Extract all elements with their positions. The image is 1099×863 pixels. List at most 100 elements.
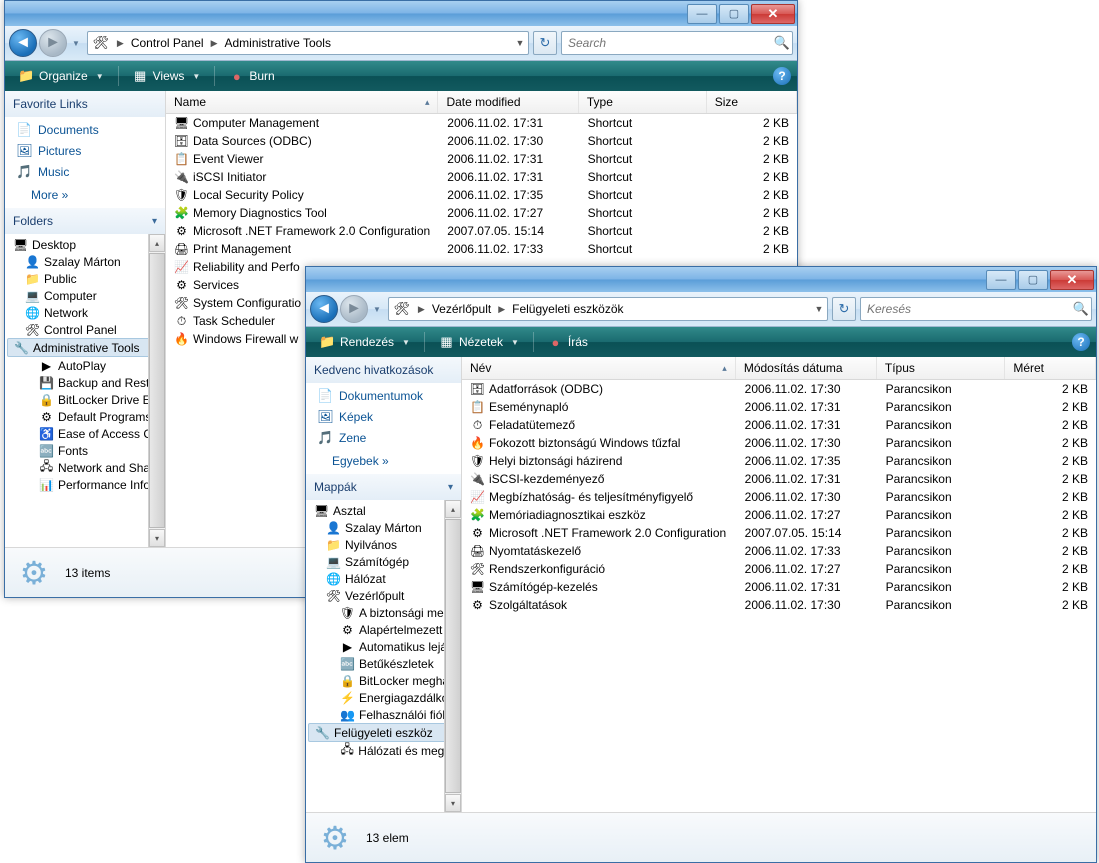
file-row[interactable]: 🗄Data Sources (ODBC)2006.11.02. 17:30Sho… — [166, 132, 797, 150]
titlebar[interactable]: — ▢ ✕ — [306, 267, 1096, 292]
column-name[interactable]: Név — [462, 357, 736, 379]
file-row[interactable]: 🧩Memóriadiagnosztikai eszköz2006.11.02. … — [462, 506, 1096, 524]
tree-item[interactable]: ⚡Energiagazdálkodá — [306, 689, 461, 706]
breadcrumb-segment[interactable]: Control Panel — [127, 32, 208, 54]
close-button[interactable]: ✕ — [751, 4, 795, 24]
tree-item[interactable]: 📊Performance Infor — [5, 476, 165, 493]
column-size[interactable]: Size — [707, 91, 797, 113]
tree-item[interactable]: 🔒BitLocker Drive Enc — [5, 391, 165, 408]
tree-item[interactable]: 👤Szalay Márton — [306, 519, 461, 536]
back-button[interactable]: ◄ — [9, 29, 37, 57]
tree-item[interactable]: 👤Szalay Márton — [5, 253, 165, 270]
help-button[interactable]: ? — [1072, 333, 1090, 351]
file-row[interactable]: 🔌iSCSI Initiator2006.11.02. 17:31Shortcu… — [166, 168, 797, 186]
help-button[interactable]: ? — [773, 67, 791, 85]
file-row[interactable]: 🗄Adatforrások (ODBC)2006.11.02. 17:30Par… — [462, 380, 1096, 398]
file-row[interactable]: 🔥Fokozott biztonságú Windows tűzfal2006.… — [462, 434, 1096, 452]
burn-button[interactable]: ●Burn — [221, 66, 282, 87]
tree-item[interactable]: 💻Computer — [5, 287, 165, 304]
file-row[interactable]: ⚙Microsoft .NET Framework 2.0 Configurat… — [462, 524, 1096, 542]
file-row[interactable]: 🛡Helyi biztonsági házirend2006.11.02. 17… — [462, 452, 1096, 470]
folders-header[interactable]: Folders▾ — [5, 208, 165, 234]
search-box[interactable]: 🔍 — [860, 297, 1092, 321]
file-row[interactable]: 🖨Nyomtatáskezelő2006.11.02. 17:33Parancs… — [462, 542, 1096, 560]
forward-button[interactable]: ► — [39, 29, 67, 57]
search-icon[interactable]: 🔍 — [772, 35, 792, 51]
tree-item[interactable]: 👥Felhasználói fióko — [306, 706, 461, 723]
forward-button[interactable]: ► — [340, 295, 368, 323]
column-type[interactable]: Típus — [877, 357, 1005, 379]
burn-button[interactable]: ●Írás — [540, 332, 596, 353]
file-row[interactable]: 🖥Computer Management2006.11.02. 17:31Sho… — [166, 114, 797, 132]
file-row[interactable]: ⏱Feladatütemező2006.11.02. 17:31Parancsi… — [462, 416, 1096, 434]
tree-item[interactable]: 📁Nyilvános — [306, 536, 461, 553]
favorite-link[interactable]: 🖼Képek — [306, 406, 461, 427]
folders-header[interactable]: Mappák▾ — [306, 474, 461, 500]
breadcrumb-segment[interactable]: Felügyeleti eszközök — [508, 298, 627, 320]
tree-item[interactable]: 🔤Betűkészletek — [306, 655, 461, 672]
favorite-link[interactable]: 📄Documents — [5, 119, 165, 140]
refresh-button[interactable]: ↻ — [533, 31, 557, 55]
favorites-header[interactable]: Favorite Links — [5, 91, 165, 117]
address-bar[interactable]: 🛠 ▶ Control Panel ▶ Administrative Tools… — [87, 31, 529, 55]
file-row[interactable]: 🛡Local Security Policy2006.11.02. 17:35S… — [166, 186, 797, 204]
tree-item[interactable]: 🖥Desktop — [5, 236, 165, 253]
address-bar[interactable]: 🛠 ▶ Vezérlőpult ▶ Felügyeleti eszközök ▼ — [388, 297, 828, 321]
tree-item[interactable]: 🖥Asztal — [306, 502, 461, 519]
tree-item[interactable]: 🌐Network — [5, 304, 165, 321]
tree-scrollbar[interactable]: ▴▾ — [148, 234, 165, 547]
favorites-header[interactable]: Kedvenc hivatkozások — [306, 357, 461, 383]
more-link[interactable]: More » — [5, 184, 165, 208]
file-row[interactable]: 🛠Rendszerkonfiguráció2006.11.02. 17:27Pa… — [462, 560, 1096, 578]
more-link[interactable]: Egyebek » — [306, 450, 461, 474]
breadcrumb-sep-icon[interactable]: ▶ — [208, 38, 221, 49]
minimize-button[interactable]: — — [687, 4, 717, 24]
search-input[interactable] — [861, 302, 1071, 316]
file-row[interactable]: 🖨Print Management2006.11.02. 17:33Shortc… — [166, 240, 797, 258]
refresh-button[interactable]: ↻ — [832, 297, 856, 321]
breadcrumb-sep-icon[interactable]: ▶ — [114, 38, 127, 49]
tree-item[interactable]: 📁Public — [5, 270, 165, 287]
tree-item[interactable]: ⚙Alapértelmezett pr — [306, 621, 461, 638]
scroll-thumb[interactable] — [445, 519, 461, 793]
column-name[interactable]: Name — [166, 91, 438, 113]
breadcrumb-sep-icon[interactable]: ▶ — [495, 304, 508, 315]
tree-item[interactable]: 🔤Fonts — [5, 442, 165, 459]
search-input[interactable] — [562, 36, 772, 50]
tree-item[interactable]: 🔧Felügyeleti eszköz — [308, 723, 459, 742]
scroll-up-button[interactable]: ▴ — [149, 234, 165, 252]
maximize-button[interactable]: ▢ — [719, 4, 749, 24]
maximize-button[interactable]: ▢ — [1018, 270, 1048, 290]
column-type[interactable]: Type — [579, 91, 707, 113]
back-button[interactable]: ◄ — [310, 295, 338, 323]
favorite-link[interactable]: 📄Dokumentumok — [306, 385, 461, 406]
file-row[interactable]: 📋Event Viewer2006.11.02. 17:31Shortcut2 … — [166, 150, 797, 168]
tree-item[interactable]: 🛠Vezérlőpult — [306, 587, 461, 604]
breadcrumb-segment[interactable]: Administrative Tools — [220, 32, 335, 54]
tree-item[interactable]: 🛠Control Panel — [5, 321, 165, 338]
tree-item[interactable]: 🖧Hálózati és megos — [306, 742, 461, 759]
address-dropdown-icon[interactable]: ▼ — [512, 38, 528, 48]
breadcrumb-segment[interactable]: Vezérlőpult — [428, 298, 495, 320]
scroll-down-button[interactable]: ▾ — [445, 794, 461, 812]
tree-item[interactable]: 🛡A biztonsági ment — [306, 604, 461, 621]
search-icon[interactable]: 🔍 — [1071, 301, 1091, 317]
close-button[interactable]: ✕ — [1050, 270, 1094, 290]
views-button[interactable]: ▦Nézetek▼ — [431, 332, 527, 353]
file-row[interactable]: 🧩Memory Diagnostics Tool2006.11.02. 17:2… — [166, 204, 797, 222]
favorite-link[interactable]: 🎵Zene — [306, 427, 461, 448]
favorite-link[interactable]: 🎵Music — [5, 161, 165, 182]
scroll-down-button[interactable]: ▾ — [149, 529, 165, 547]
organize-button[interactable]: 📁Organize▼ — [11, 66, 112, 87]
history-dropdown-icon[interactable]: ▼ — [72, 39, 80, 48]
tree-item[interactable]: ⚙Default Programs — [5, 408, 165, 425]
views-button[interactable]: ▦Views▼ — [125, 66, 209, 87]
tree-item[interactable]: 💻Számítógép — [306, 553, 461, 570]
history-dropdown-icon[interactable]: ▼ — [373, 305, 381, 314]
tree-item[interactable]: ▶AutoPlay — [5, 357, 165, 374]
tree-item[interactable]: 🔒BitLocker meghajt — [306, 672, 461, 689]
breadcrumb-sep-icon[interactable]: ▶ — [415, 304, 428, 315]
column-date[interactable]: Date modified — [438, 91, 578, 113]
file-row[interactable]: ⚙Szolgáltatások2006.11.02. 17:30Parancsi… — [462, 596, 1096, 614]
tree-scrollbar[interactable]: ▴▾ — [444, 500, 461, 812]
